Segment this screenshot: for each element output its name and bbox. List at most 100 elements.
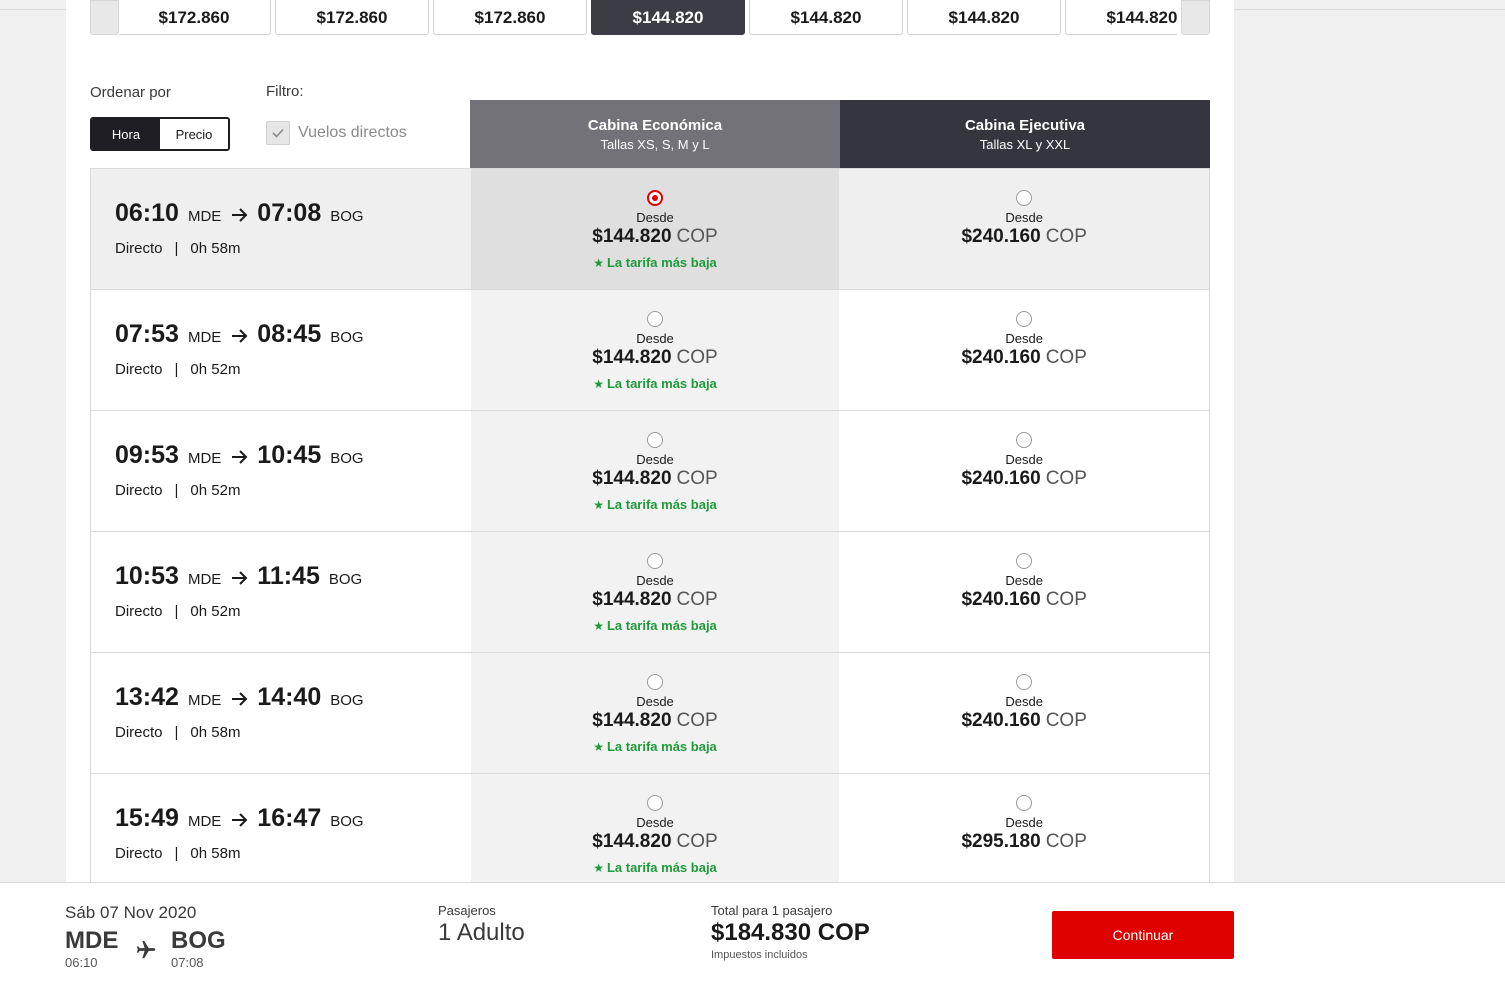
- destination-time: 07:08: [171, 955, 204, 970]
- economy-fare-cell[interactable]: Desde $144.820 COP ★ La tarifa más baja: [470, 290, 840, 410]
- fare-from-label: Desde: [1005, 815, 1043, 830]
- date-option-card[interactable]: $144.820: [1065, 0, 1177, 35]
- fare-radio[interactable]: [646, 190, 663, 206]
- fare-option: Desde $144.820 COP ★ La tarifa más baja: [471, 674, 840, 754]
- economy-fare-cell[interactable]: Desde $144.820 COP ★ La tarifa más baja: [470, 532, 840, 652]
- destination-code: BOG: [171, 927, 226, 954]
- executive-cabin-title: Cabina Ejecutiva: [964, 116, 1086, 134]
- sort-label: Ordenar por: [90, 84, 171, 101]
- arrival-time: 07:08: [257, 199, 322, 227]
- fare-currency: COP: [1045, 468, 1087, 489]
- carousel-prev-button[interactable]: [90, 0, 119, 35]
- origin-code: MDE: [187, 692, 222, 709]
- arrow-right-icon: [232, 813, 248, 827]
- date-option-price: $172.860: [158, 8, 230, 27]
- sort-by-time-button[interactable]: Hora: [92, 119, 160, 149]
- flight-duration: 0h 52m: [190, 603, 241, 620]
- flight-row: 13:42 MDE 14:40 BOG Directo | 0h 58m Desde $144.…: [91, 653, 1209, 774]
- lowest-fare-badge: ★ La tarifa más baja: [593, 739, 717, 754]
- fare-amount: $144.820: [592, 468, 672, 489]
- arrow-right-icon: [232, 450, 248, 464]
- fare-radio[interactable]: [1016, 553, 1033, 569]
- carousel-track: $172.860 $172.860 $172.860 $144.820 $144.820…: [119, 0, 1177, 35]
- fare-currency: COP: [676, 347, 718, 368]
- arrow-right-icon: [232, 329, 248, 343]
- date-option-card[interactable]: $172.860: [275, 0, 429, 35]
- flight-route: 09:53 MDE 10:45 BOG: [115, 441, 364, 470]
- fare-radio[interactable]: [1016, 432, 1033, 448]
- sort-by-price-button[interactable]: Precio: [160, 119, 228, 149]
- fare-radio[interactable]: [646, 795, 663, 811]
- fare-price: $240.160 COP: [961, 468, 1086, 490]
- fare-currency: COP: [1045, 831, 1087, 852]
- executive-fare-cell[interactable]: Desde $240.160 COP: [839, 653, 1209, 773]
- flight-route: 06:10 MDE 07:08 BOG: [115, 199, 364, 228]
- economy-fare-cell[interactable]: Desde $144.820 COP ★ La tarifa más baja: [470, 411, 840, 531]
- arrow-right-icon: [232, 208, 248, 222]
- lowest-fare-badge: ★ La tarifa más baja: [593, 618, 717, 633]
- executive-fare-cell[interactable]: Desde $240.160 COP: [839, 532, 1209, 652]
- departure-time: 07:53: [115, 320, 179, 348]
- fare-radio[interactable]: [646, 674, 663, 690]
- carousel-next-button[interactable]: [1181, 0, 1210, 35]
- flight-type: Directo: [115, 361, 163, 378]
- flight-row: 06:10 MDE 07:08 BOG Directo | 0h 58m Desde $144.…: [91, 169, 1209, 290]
- date-option-card[interactable]: $144.820: [907, 0, 1061, 35]
- fare-currency: COP: [676, 589, 718, 610]
- origin-code: MDE: [187, 329, 222, 346]
- separator: |: [174, 724, 179, 741]
- executive-fare-cell[interactable]: Desde $240.160 COP: [839, 290, 1209, 410]
- lowest-fare-badge: ★ La tarifa más baja: [593, 376, 717, 391]
- fare-radio[interactable]: [1016, 311, 1033, 327]
- flight-info: 06:10 MDE 07:08 BOG Directo | 0h 58m: [91, 169, 471, 289]
- economy-fare-cell[interactable]: Desde $144.820 COP ★ La tarifa más baja: [470, 169, 840, 289]
- economy-fare-cell[interactable]: Desde $144.820 COP ★ La tarifa más baja: [470, 774, 840, 894]
- fare-radio[interactable]: [646, 553, 663, 569]
- date-option-card[interactable]: $172.860: [119, 0, 271, 35]
- fare-currency: COP: [676, 831, 718, 852]
- star-icon: ★: [593, 739, 604, 754]
- fare-radio[interactable]: [1016, 795, 1033, 811]
- route-arrow: [231, 207, 249, 228]
- fare-currency: COP: [676, 226, 718, 247]
- lowest-fare-badge: ★ La tarifa más baja: [593, 860, 717, 875]
- fare-currency: COP: [1045, 710, 1087, 731]
- economy-fare-cell[interactable]: Desde $144.820 COP ★ La tarifa más baja: [470, 653, 840, 773]
- lowest-fare-label: La tarifa más baja: [606, 497, 717, 512]
- flight-type: Directo: [115, 603, 163, 620]
- fare-currency: COP: [676, 468, 718, 489]
- flight-route: 07:53 MDE 08:45 BOG: [115, 320, 364, 349]
- route-arrow: [231, 328, 249, 349]
- executive-fare-cell[interactable]: Desde $240.160 COP: [839, 169, 1209, 289]
- flight-type: Directo: [115, 482, 163, 499]
- fare-radio[interactable]: [1016, 674, 1033, 690]
- fare-radio[interactable]: [646, 311, 663, 327]
- direct-flights-label[interactable]: Vuelos directos: [298, 124, 407, 142]
- date-option-card[interactable]: $172.860: [433, 0, 587, 35]
- fare-price: $240.160 COP: [961, 710, 1086, 732]
- date-option-price: $144.820: [790, 8, 862, 27]
- departure-time: 15:49: [115, 804, 179, 832]
- star-icon: ★: [593, 255, 604, 270]
- fare-radio[interactable]: [1016, 190, 1033, 206]
- lowest-fare-label: La tarifa más baja: [606, 376, 717, 391]
- origin-code: MDE: [187, 571, 222, 588]
- continue-button[interactable]: Continuar: [1052, 911, 1234, 959]
- fare-radio[interactable]: [646, 432, 663, 448]
- date-option-card[interactable]: $144.820: [749, 0, 903, 35]
- executive-fare-cell[interactable]: Desde $240.160 COP: [839, 411, 1209, 531]
- separator: |: [174, 361, 179, 378]
- arrow-right-icon: [232, 692, 248, 706]
- fare-option: Desde $144.820 COP ★ La tarifa más baja: [471, 553, 840, 633]
- date-option-card[interactable]: $144.820: [591, 0, 745, 35]
- fare-price: $144.820 COP: [592, 589, 717, 611]
- date-carousel: $172.860 $172.860 $172.860 $144.820 $144.820…: [90, 0, 1210, 35]
- fare-option: Desde $144.820 COP ★ La tarifa más baja: [471, 311, 840, 391]
- direct-flights-checkbox[interactable]: [266, 121, 290, 145]
- fare-option: Desde $144.820 COP ★ La tarifa más baja: [471, 795, 840, 875]
- departure-time: 13:42: [115, 683, 179, 711]
- lowest-fare-label: La tarifa más baja: [606, 860, 717, 875]
- fare-amount: $240.160: [961, 347, 1041, 368]
- executive-fare-cell[interactable]: Desde $295.180 COP: [839, 774, 1209, 894]
- star-icon: ★: [593, 376, 604, 391]
